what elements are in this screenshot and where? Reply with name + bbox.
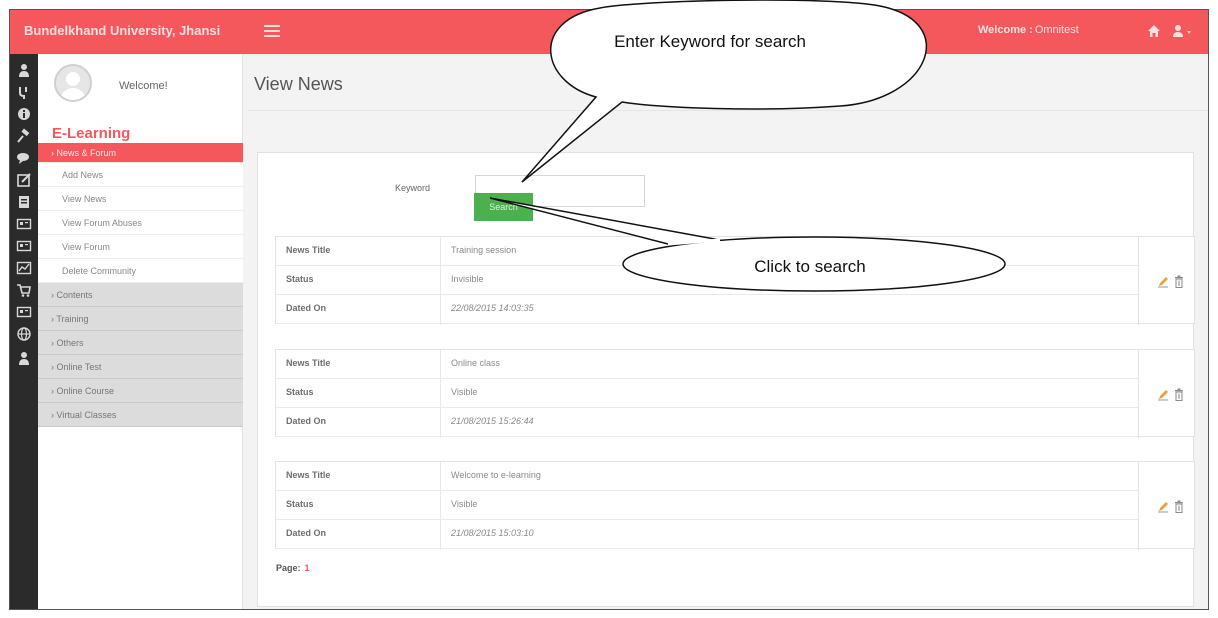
keyword-callout-text: Enter Keyword for search: [614, 32, 806, 51]
callout-overlay: [489, 0, 1006, 292]
search-callout-text: Click to search: [754, 257, 866, 276]
search-callout-pointer: [489, 197, 721, 245]
keyword-callout-bubble: [521, 0, 927, 183]
